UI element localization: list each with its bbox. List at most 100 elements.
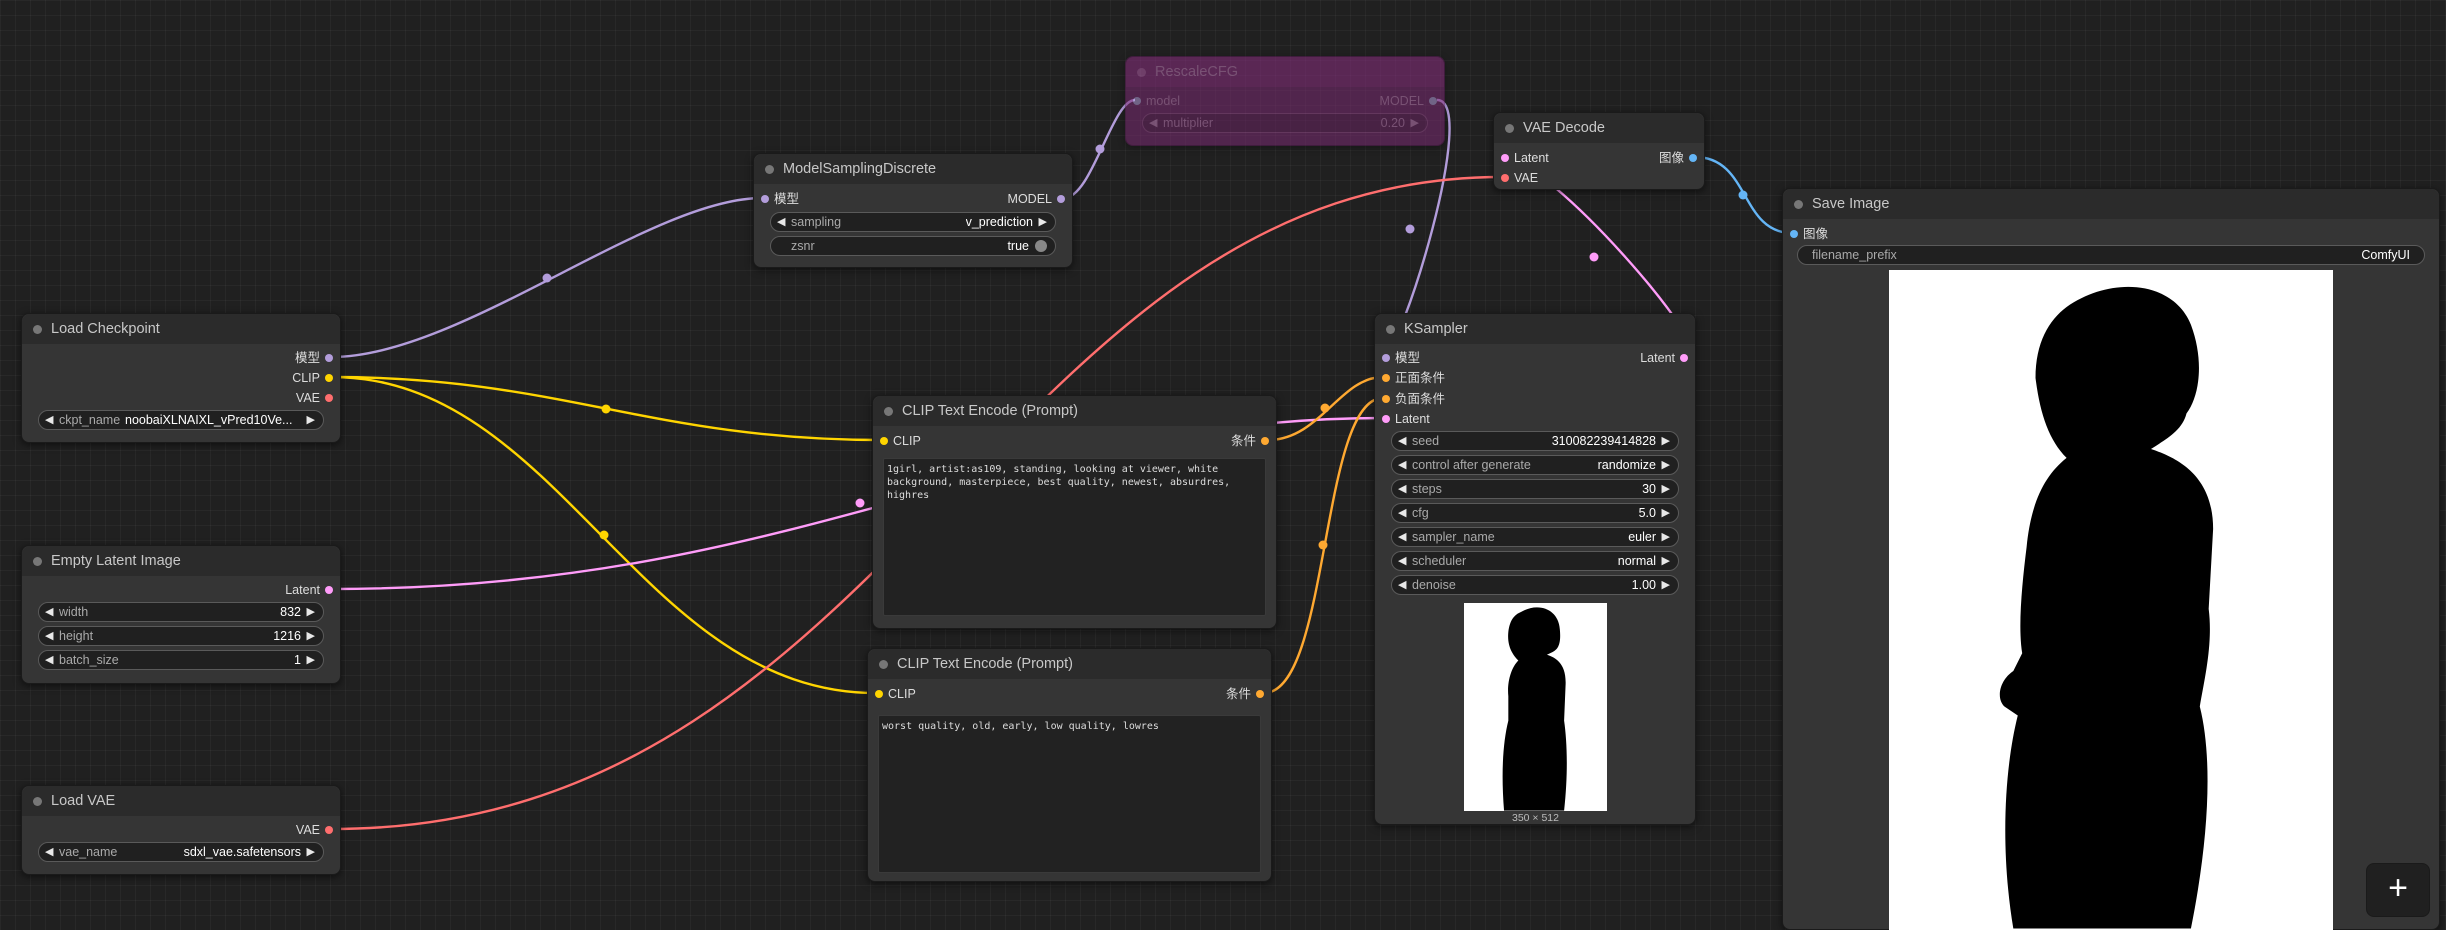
output-model[interactable]: MODEL	[1324, 91, 1444, 111]
decrement-arrow-icon[interactable]: ◀	[45, 627, 53, 645]
decrement-arrow-icon[interactable]: ◀	[1398, 576, 1406, 594]
toggle-knob-icon[interactable]	[1035, 240, 1047, 252]
collapse-dot-icon[interactable]	[33, 325, 42, 334]
output-model[interactable]: MODEL	[952, 189, 1072, 209]
collapse-dot-icon[interactable]	[765, 165, 774, 174]
ckpt-name-combo[interactable]: ◀ ckpt_name noobaiXLNAIXL_vPred10Ve... ▶	[38, 410, 324, 430]
right-arrow-icon[interactable]: ▶	[1662, 456, 1670, 474]
increment-arrow-icon[interactable]: ▶	[1662, 432, 1670, 450]
output-socket-icon[interactable]	[1256, 690, 1264, 698]
input-socket-icon[interactable]	[875, 690, 883, 698]
collapse-dot-icon[interactable]	[33, 797, 42, 806]
filename-prefix-text-widget[interactable]: filename_prefix ComfyUI	[1797, 245, 2425, 265]
node-title-bar[interactable]: CLIP Text Encode (Prompt)	[873, 396, 1276, 426]
left-arrow-icon[interactable]: ◀	[1398, 552, 1406, 570]
right-arrow-icon[interactable]: ▶	[307, 411, 315, 429]
output-socket-icon[interactable]	[1261, 437, 1269, 445]
right-arrow-icon[interactable]: ▶	[1662, 528, 1670, 546]
input-clip[interactable]: CLIP	[868, 684, 1008, 704]
positive-prompt-textarea[interactable]: 1girl, artist:as109, standing, looking a…	[883, 458, 1266, 616]
steps-widget[interactable]: ◀ steps 30 ▶	[1391, 479, 1679, 499]
control-after-generate-combo[interactable]: ◀ control after generate randomize ▶	[1391, 455, 1679, 475]
vae-name-combo[interactable]: ◀ vae_name sdxl_vae.safetensors ▶	[38, 842, 324, 862]
collapse-dot-icon[interactable]	[1794, 200, 1803, 209]
input-socket-icon[interactable]	[761, 195, 769, 203]
output-socket-icon[interactable]	[1680, 354, 1688, 362]
input-positive[interactable]: 正面条件	[1375, 368, 1515, 388]
output-socket-icon[interactable]	[1057, 195, 1065, 203]
input-model[interactable]: model	[1126, 91, 1266, 111]
input-negative[interactable]: 负面条件	[1375, 389, 1515, 409]
right-arrow-icon[interactable]: ▶	[1662, 552, 1670, 570]
model-sampling-discrete-node[interactable]: ModelSamplingDiscrete 模型 MODEL ◀ samplin…	[753, 153, 1073, 268]
input-socket-icon[interactable]	[1382, 415, 1390, 423]
sampling-combo[interactable]: ◀ sampling v_prediction ▶	[770, 212, 1056, 232]
input-socket-icon[interactable]	[1790, 230, 1798, 238]
add-node-button[interactable]: +	[2366, 863, 2430, 917]
input-model[interactable]: 模型	[754, 189, 894, 209]
right-arrow-icon[interactable]: ▶	[307, 843, 315, 861]
increment-arrow-icon[interactable]: ▶	[307, 603, 315, 621]
multiplier-number-widget[interactable]: ◀ multiplier 0.20 ▶	[1142, 113, 1428, 133]
node-title-bar[interactable]: CLIP Text Encode (Prompt)	[868, 649, 1271, 679]
output-socket-icon[interactable]	[325, 586, 333, 594]
rescale-cfg-node[interactable]: RescaleCFG model MODEL ◀ multiplier 0.20…	[1125, 56, 1445, 146]
increment-arrow-icon[interactable]: ▶	[307, 627, 315, 645]
output-latent[interactable]: Latent	[1575, 348, 1695, 368]
height-number-widget[interactable]: ◀ height 1216 ▶	[38, 626, 324, 646]
output-model[interactable]: 模型	[220, 348, 340, 368]
input-socket-icon[interactable]	[1382, 354, 1390, 362]
output-socket-icon[interactable]	[325, 826, 333, 834]
input-socket-icon[interactable]	[1382, 374, 1390, 382]
decrement-arrow-icon[interactable]: ◀	[45, 651, 53, 669]
clip-text-encode-negative-node[interactable]: CLIP Text Encode (Prompt) CLIP 条件 worst …	[867, 648, 1272, 882]
input-socket-icon[interactable]	[1133, 97, 1141, 105]
decrement-arrow-icon[interactable]: ◀	[1398, 480, 1406, 498]
increment-arrow-icon[interactable]: ▶	[1662, 576, 1670, 594]
collapse-dot-icon[interactable]	[33, 557, 42, 566]
node-title-bar[interactable]: Load VAE	[22, 786, 340, 816]
output-socket-icon[interactable]	[325, 394, 333, 402]
sampler-name-combo[interactable]: ◀ sampler_name euler ▶	[1391, 527, 1679, 547]
output-socket-icon[interactable]	[325, 354, 333, 362]
node-title-bar[interactable]: VAE Decode	[1494, 113, 1704, 143]
output-vae[interactable]: VAE	[220, 388, 340, 408]
input-model[interactable]: 模型	[1375, 348, 1515, 368]
load-checkpoint-node[interactable]: Load Checkpoint 模型 CLIP VAE ◀ ckpt_name …	[21, 313, 341, 443]
input-socket-icon[interactable]	[1501, 174, 1509, 182]
left-arrow-icon[interactable]: ◀	[1398, 528, 1406, 546]
left-arrow-icon[interactable]: ◀	[1398, 456, 1406, 474]
input-latent[interactable]: Latent	[1375, 409, 1515, 429]
collapse-dot-icon[interactable]	[1386, 325, 1395, 334]
decrement-arrow-icon[interactable]: ◀	[45, 603, 53, 621]
load-vae-node[interactable]: Load VAE VAE ◀ vae_name sdxl_vae.safeten…	[21, 785, 341, 875]
increment-arrow-icon[interactable]: ▶	[1662, 504, 1670, 522]
input-image[interactable]: 图像	[1783, 224, 1883, 244]
node-title-bar[interactable]: ModelSamplingDiscrete	[754, 154, 1072, 184]
node-title-bar[interactable]: RescaleCFG	[1126, 57, 1444, 87]
right-arrow-icon[interactable]: ▶	[1039, 213, 1047, 231]
node-title-bar[interactable]: KSampler	[1375, 314, 1695, 344]
output-socket-icon[interactable]	[325, 374, 333, 382]
output-conditioning[interactable]: 条件	[1151, 684, 1271, 704]
collapse-dot-icon[interactable]	[1137, 68, 1146, 77]
output-conditioning[interactable]: 条件	[1156, 431, 1276, 451]
input-socket-icon[interactable]	[1382, 395, 1390, 403]
negative-prompt-textarea[interactable]: worst quality, old, early, low quality, …	[878, 715, 1261, 873]
seed-widget[interactable]: ◀ seed 310082239414828 ▶	[1391, 431, 1679, 451]
zsnr-toggle[interactable]: zsnr true	[770, 236, 1056, 256]
scheduler-combo[interactable]: ◀ scheduler normal ▶	[1391, 551, 1679, 571]
output-vae[interactable]: VAE	[220, 820, 340, 840]
output-clip[interactable]: CLIP	[220, 368, 340, 388]
clip-text-encode-positive-node[interactable]: CLIP Text Encode (Prompt) CLIP 条件 1girl,…	[872, 395, 1277, 629]
cfg-widget[interactable]: ◀ cfg 5.0 ▶	[1391, 503, 1679, 523]
input-latent[interactable]: Latent	[1494, 148, 1594, 168]
collapse-dot-icon[interactable]	[879, 660, 888, 669]
input-socket-icon[interactable]	[880, 437, 888, 445]
node-title-bar[interactable]: Load Checkpoint	[22, 314, 340, 344]
save-image-node[interactable]: Save Image 图像 filename_prefix ComfyUI	[1782, 188, 2440, 930]
decrement-arrow-icon[interactable]: ◀	[1398, 432, 1406, 450]
vae-decode-node[interactable]: VAE Decode Latent 图像 VAE	[1493, 112, 1705, 190]
increment-arrow-icon[interactable]: ▶	[307, 651, 315, 669]
collapse-dot-icon[interactable]	[1505, 124, 1514, 133]
